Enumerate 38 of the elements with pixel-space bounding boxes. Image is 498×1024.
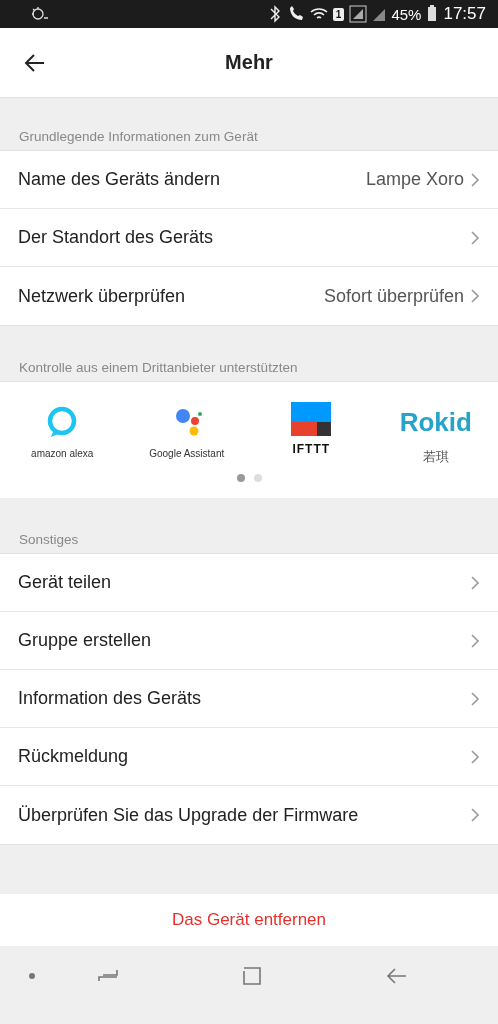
back-icon xyxy=(24,52,46,73)
row-value: Lampe Xoro xyxy=(365,169,464,190)
section-label: Grundlegende Informationen zum Gerät xyxy=(19,129,258,144)
settings-row[interactable]: Gruppe erstellen xyxy=(0,612,498,670)
chevron-icon xyxy=(470,632,480,649)
home-icon[interactable] xyxy=(243,966,261,985)
partner-name: IFTTT xyxy=(292,442,331,456)
sim-badge: 1 xyxy=(332,7,345,21)
row-value: Sofort überprüfen xyxy=(323,285,464,307)
clock: 17:57 xyxy=(443,4,486,24)
recent-apps-icon[interactable] xyxy=(98,968,118,983)
partner-name: 若琪 xyxy=(422,448,449,466)
chevron-icon xyxy=(470,690,480,707)
battery-level: 45% xyxy=(391,5,422,23)
section-label: Sonstiges xyxy=(19,532,79,547)
section-label: Kontrolle aus einem Drittanbieter unterstützten xyxy=(19,360,298,375)
partner-name: Google Assistant xyxy=(149,448,225,459)
settings-row[interactable]: Name des Geräts ändern Lampe Xoro xyxy=(0,151,498,209)
back-icon[interactable] xyxy=(386,966,408,985)
settings-row[interactable]: Der Standort des Geräts xyxy=(0,209,498,267)
settings-row[interactable]: Rückmeldung xyxy=(0,728,498,786)
remove-device-button[interactable]: Das Gerät entfernen xyxy=(166,909,332,931)
settings-row[interactable]: Überprüfen Sie das Upgrade der Firmware xyxy=(0,786,498,844)
settings-row[interactable]: Netzwerk überprüfen Sofort überprüfen xyxy=(0,267,498,325)
settings-row[interactable]: Gerät teilen xyxy=(0,554,498,612)
partner-name: amazon alexa xyxy=(31,448,94,459)
battery-icon xyxy=(426,5,439,23)
chevron-icon xyxy=(470,171,480,188)
chevron-icon xyxy=(470,748,480,765)
page-title: Mehr xyxy=(225,51,273,73)
signal-icon xyxy=(349,5,368,23)
chevron-icon xyxy=(470,229,480,246)
blocks-logo-icon[interactable] xyxy=(291,402,332,436)
chevron-icon xyxy=(470,574,480,591)
settings-row[interactable]: Information des Geräts xyxy=(0,670,498,728)
chevron-icon xyxy=(470,807,480,823)
chevron-icon xyxy=(470,288,480,304)
dot-icon[interactable] xyxy=(28,971,36,980)
